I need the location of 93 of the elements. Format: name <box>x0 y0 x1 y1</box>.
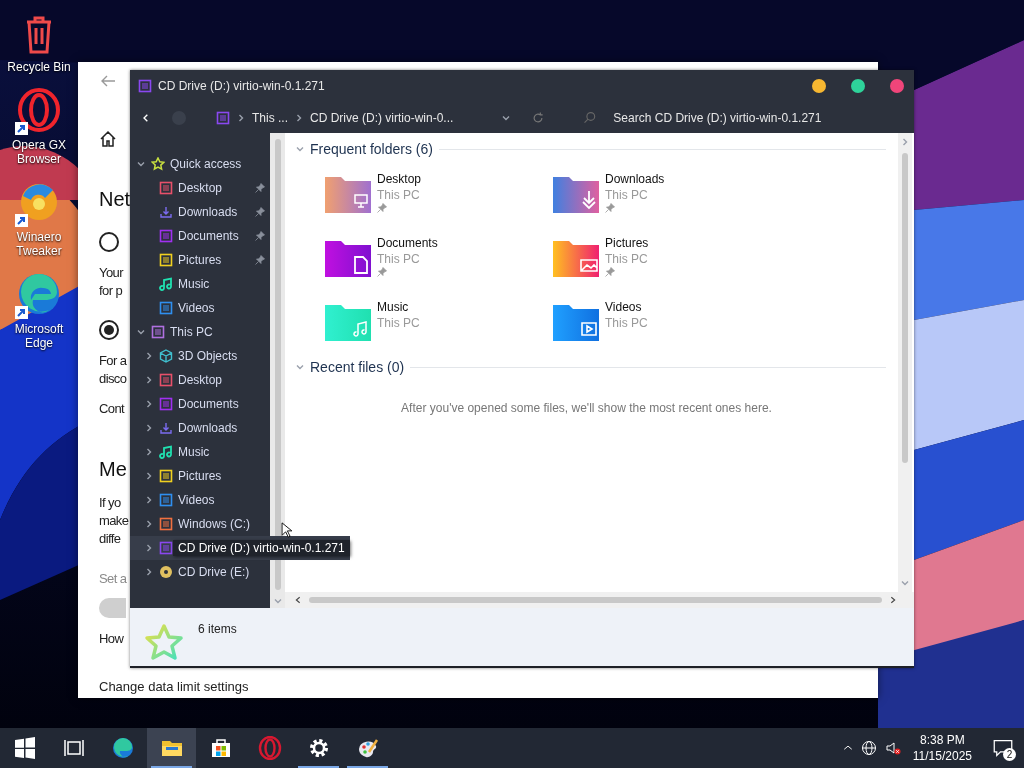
nav-item[interactable]: Downloads <box>130 200 270 224</box>
maximize-button[interactable] <box>851 79 865 93</box>
chevron-icon[interactable] <box>144 495 154 505</box>
nav-item[interactable]: Desktop <box>130 368 270 392</box>
nav-item[interactable]: Videos <box>130 296 270 320</box>
empty-message: After you've opened some files, we'll show the most recent ones here. <box>400 401 773 415</box>
download-icon <box>159 205 173 219</box>
text-line: If yo <box>99 494 122 512</box>
notification-button[interactable]: 2 <box>990 735 1016 761</box>
chevron-icon[interactable] <box>236 112 246 123</box>
chevron-icon[interactable] <box>295 144 305 154</box>
globe-icon[interactable] <box>860 740 877 756</box>
nav-item[interactable]: Quick access <box>130 152 270 176</box>
setting-label: Set a <box>99 570 127 588</box>
breadcrumb-item[interactable]: This ... <box>252 110 288 125</box>
folder-icon <box>325 175 371 213</box>
folder-tile[interactable]: Desktop This PC <box>325 171 553 223</box>
nav-item[interactable]: Desktop <box>130 176 270 200</box>
nav-item[interactable]: Music <box>130 440 270 464</box>
chevron-icon[interactable] <box>295 362 305 372</box>
radio-button[interactable] <box>99 320 119 340</box>
settings-link[interactable]: Change data limit settings <box>99 678 249 696</box>
chevron-icon[interactable] <box>144 375 154 385</box>
nav-item[interactable]: Music <box>130 272 270 296</box>
folder-icon <box>553 239 599 277</box>
music-note-icon <box>159 277 173 291</box>
clock[interactable]: 8:38 PM 11/15/2025 <box>912 732 972 764</box>
chevron-icon[interactable] <box>144 471 154 481</box>
chevron-icon[interactable] <box>144 447 154 457</box>
start-icon <box>12 736 37 760</box>
chevron-icon[interactable] <box>136 327 146 337</box>
star-icon <box>151 157 165 171</box>
scrollbar[interactable] <box>285 592 914 608</box>
text-line: How <box>99 630 124 648</box>
nav-item[interactable]: 3D Objects <box>130 344 270 368</box>
chevron-icon[interactable] <box>144 351 154 361</box>
chevron-icon[interactable] <box>144 399 154 409</box>
folder-tile[interactable]: Documents This PC <box>325 235 553 287</box>
nav-item[interactable]: Documents <box>130 224 270 248</box>
window-title: CD Drive (D:) virtio-win-0.1.271 <box>158 79 326 93</box>
desktop-shortcut[interactable]: Recycle Bin <box>1 8 77 74</box>
folder-tile[interactable]: Videos This PC <box>553 299 781 351</box>
folder-icon <box>325 303 371 341</box>
section-header[interactable]: Frequent folders (6) <box>295 141 433 157</box>
chevron-icon[interactable] <box>144 423 154 433</box>
item-count: 6 items <box>198 622 237 636</box>
chevron-icon[interactable] <box>144 519 154 529</box>
search-field[interactable]: Search CD Drive (D:) virtio-win-0.1.271 <box>611 109 902 126</box>
breadcrumb-item[interactable]: CD Drive (D:) virtio-win-0... <box>310 110 454 125</box>
taskbar-button[interactable] <box>147 728 196 768</box>
music-note-icon <box>159 445 173 459</box>
text-line: for p <box>99 282 123 300</box>
chevron-icon[interactable] <box>144 567 154 577</box>
section-heading: Net <box>99 187 131 212</box>
home-icon[interactable] <box>99 130 117 148</box>
minimize-button[interactable] <box>812 79 826 93</box>
nav-item[interactable]: Videos <box>130 488 270 512</box>
nav-item[interactable]: CD Drive (E:) <box>130 560 270 584</box>
text-line: make <box>99 512 129 530</box>
nav-item[interactable]: Windows (C:) <box>130 512 270 536</box>
folder-tile[interactable]: Music This PC <box>325 299 553 351</box>
desktop-shortcut[interactable]: Microsoft Edge <box>1 270 77 350</box>
close-button[interactable] <box>890 79 904 93</box>
folder-icon <box>553 303 599 341</box>
text-line: disco <box>99 370 127 388</box>
nav-item[interactable]: Pictures <box>130 464 270 488</box>
text-line: For a <box>99 352 127 370</box>
section-header[interactable]: Recent files (0) <box>295 359 405 375</box>
message-icon <box>993 738 1013 758</box>
disc-icon <box>159 565 173 579</box>
text-line: diffe <box>99 530 122 548</box>
text-line: Cont <box>99 400 125 418</box>
cube-icon <box>159 349 173 363</box>
radio-button[interactable] <box>99 232 119 252</box>
nav-item[interactable]: CD Drive (D:) virtio-win-0.1.271 <box>130 536 350 560</box>
folder-icon <box>325 239 371 277</box>
nav-item[interactable]: Documents <box>130 392 270 416</box>
folder-tile[interactable]: Pictures This PC <box>553 235 781 287</box>
nav-item[interactable]: This PC <box>130 320 270 344</box>
swirl-icon <box>110 736 135 760</box>
chevron-icon[interactable] <box>294 112 304 123</box>
folder-tile[interactable]: Downloads This PC <box>553 171 781 223</box>
download-icon <box>159 421 173 435</box>
ring-icon <box>257 736 282 760</box>
chevron-icon[interactable] <box>136 159 146 169</box>
folder-icon <box>553 175 599 213</box>
toggle-switch[interactable] <box>99 598 126 618</box>
nav-item[interactable]: Pictures <box>130 248 270 272</box>
section-heading: Me <box>99 457 127 482</box>
chevron-icon[interactable] <box>144 543 154 553</box>
nav-item[interactable]: Downloads <box>130 416 270 440</box>
text-line: Your <box>99 264 123 282</box>
speaker-muted-icon[interactable] <box>884 740 901 756</box>
